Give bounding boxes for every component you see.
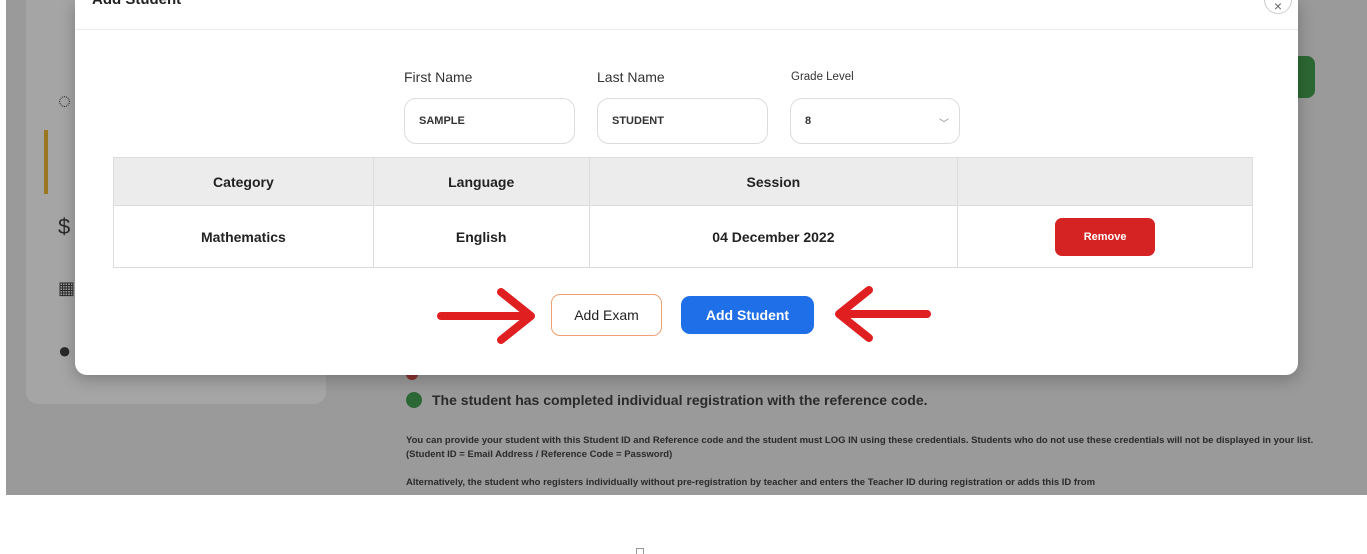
column-header-session: Session <box>588 157 959 206</box>
column-header-actions <box>957 157 1253 206</box>
arrow-left-icon <box>835 286 931 342</box>
modal-header: Add Student × <box>75 0 1298 30</box>
exam-table: Category Language Session Mathematics En… <box>113 157 1253 268</box>
grade-level-select[interactable]: 8 ﹀ <box>790 98 960 144</box>
last-name-label: Last Name <box>597 69 665 85</box>
category-cell: Mathematics <box>113 205 374 268</box>
grade-level-value: 8 <box>805 115 812 127</box>
cursor-mark <box>636 548 644 554</box>
column-header-language: Language <box>372 157 590 206</box>
column-header-category: Category <box>113 157 374 206</box>
remove-button[interactable]: Remove <box>1055 217 1156 256</box>
actions-cell: Remove <box>957 205 1253 268</box>
close-icon[interactable]: × <box>1264 0 1292 14</box>
add-student-button[interactable]: Add Student <box>681 296 814 334</box>
modal-title: Add Student <box>92 0 181 8</box>
language-cell: English <box>372 205 590 268</box>
first-name-value: SAMPLE <box>419 115 465 127</box>
first-name-label: First Name <box>404 69 473 85</box>
add-student-modal: Add Student × First Name Last Name Grade… <box>75 0 1298 375</box>
table-row: Mathematics English 04 December 2022 Rem… <box>113 205 1253 268</box>
session-cell: 04 December 2022 <box>588 205 959 268</box>
table-header-row: Category Language Session <box>113 157 1253 206</box>
add-exam-button[interactable]: Add Exam <box>551 294 662 336</box>
grade-level-label: Grade Level <box>791 71 854 83</box>
last-name-field[interactable]: STUDENT <box>597 98 768 144</box>
arrow-right-icon <box>437 288 535 344</box>
chevron-down-icon: ﹀ <box>939 119 949 130</box>
last-name-value: STUDENT <box>612 115 664 127</box>
first-name-field[interactable]: SAMPLE <box>404 98 575 144</box>
